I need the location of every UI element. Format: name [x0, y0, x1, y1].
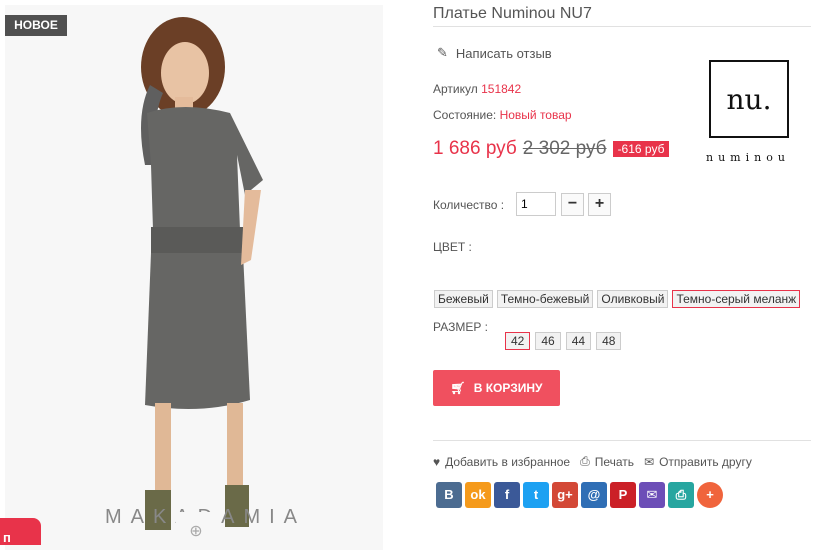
size-option-selected[interactable]: 42 — [505, 332, 531, 350]
zoom-icon[interactable]: ⊕ — [176, 512, 216, 545]
condition-row: Состояние: Новый товар — [433, 108, 572, 122]
facebook-icon[interactable]: f — [494, 482, 520, 508]
brand-name: numinou — [706, 151, 790, 164]
size-options: 42 46 44 48 — [505, 332, 622, 350]
quantity-input[interactable] — [516, 192, 556, 216]
print-icon[interactable]: ⎙ — [668, 482, 694, 508]
add-to-cart-label: В КОРЗИНУ — [473, 381, 543, 395]
add-more-icon[interactable]: + — [697, 482, 723, 508]
side-tab[interactable]: п — [0, 518, 41, 545]
color-options: Бежевый Темно-бежевый Оливковый Темно-се… — [434, 290, 801, 308]
share-buttons: Вok f t g+ @ P ✉ ⎙ + — [436, 482, 723, 508]
cart-icon: 🛒︎ — [450, 381, 466, 395]
condition-label: Состояние: — [433, 108, 497, 122]
divider — [433, 440, 811, 441]
write-review-link[interactable]: ✎ Написать отзыв — [437, 45, 552, 61]
size-option[interactable]: 46 — [535, 332, 561, 350]
vk-icon[interactable]: В — [436, 482, 462, 508]
envelope-icon: ✉ — [644, 454, 655, 469]
heart-icon: ♥ — [433, 454, 441, 469]
brand-logo[interactable]: nu. — [709, 60, 789, 138]
new-badge: НОВОЕ — [5, 15, 67, 36]
email-icon[interactable]: ✉ — [639, 482, 665, 508]
color-option[interactable]: Бежевый — [434, 290, 493, 308]
size-option[interactable]: 44 — [565, 332, 592, 350]
color-label: ЦВЕТ : — [433, 240, 472, 254]
quantity-label: Количество : — [433, 198, 505, 212]
print-link[interactable]: ⎙ Печать — [580, 454, 634, 469]
image-watermark: MAKADAMIA — [105, 506, 365, 529]
discount-badge: -616 руб — [612, 141, 670, 157]
condition-value: Новый товар — [499, 108, 572, 122]
sku-row: Артикул 151842 — [433, 82, 521, 96]
odnoklassniki-icon[interactable]: ok — [465, 482, 491, 508]
product-photo — [5, 5, 383, 545]
price-row: 1 686 руб 2 302 руб -616 руб — [433, 138, 670, 160]
send-to-friend-link[interactable]: ✉ Отправить другу — [644, 454, 752, 469]
add-to-cart-button[interactable]: 🛒︎ В КОРЗИНУ — [433, 370, 560, 406]
current-price: 1 686 руб — [433, 138, 517, 159]
sku-value: 151842 — [481, 82, 522, 96]
divider — [433, 26, 811, 27]
color-option-selected[interactable]: Темно-серый меланж — [672, 290, 801, 308]
sku-label: Артикул — [433, 82, 478, 96]
product-title: Платье Numinou NU7 — [433, 5, 592, 22]
add-to-favorites-link[interactable]: ♥ Добавить в избранное — [433, 454, 570, 469]
add-to-favorites-label: Добавить в избранное — [445, 454, 571, 469]
color-option[interactable]: Оливковый — [597, 290, 669, 308]
write-review-label: Написать отзыв — [455, 45, 552, 61]
old-price: 2 302 руб — [522, 138, 607, 159]
google-plus-icon[interactable]: g+ — [552, 482, 578, 508]
send-to-friend-label: Отправить другу — [659, 454, 752, 469]
twitter-icon[interactable]: t — [523, 482, 549, 508]
product-image[interactable] — [5, 5, 383, 550]
mail-ru-icon[interactable]: @ — [581, 482, 607, 508]
printer-icon: ⎙ — [580, 454, 590, 468]
pinterest-icon[interactable]: P — [610, 482, 636, 508]
quantity-decrease-button[interactable]: − — [561, 193, 584, 216]
pencil-icon: ✎ — [437, 45, 448, 60]
quantity-increase-button[interactable]: + — [588, 193, 611, 216]
size-label: РАЗМЕР : — [433, 320, 488, 334]
color-option[interactable]: Темно-бежевый — [496, 290, 594, 308]
size-option[interactable]: 48 — [596, 332, 622, 350]
product-actions: ♥ Добавить в избранное ⎙ Печать ✉ Отправ… — [433, 454, 752, 469]
print-label: Печать — [594, 454, 635, 469]
